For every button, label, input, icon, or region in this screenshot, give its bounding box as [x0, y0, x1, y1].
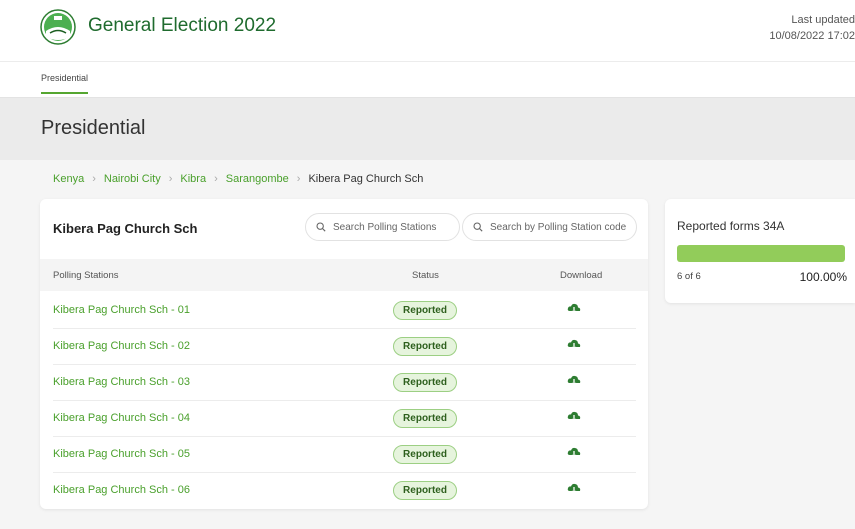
status-badge: Reported [393, 409, 457, 428]
table-header: Polling Stations Status Download [40, 259, 648, 291]
table-row: Kibera Pag Church Sch - 06 Reported [53, 473, 636, 509]
breadcrumb-ward[interactable]: Sarangombe [226, 173, 289, 185]
search-polling-stations[interactable] [305, 213, 460, 241]
chevron-right-icon: › [296, 173, 301, 185]
search-code-input[interactable] [490, 221, 636, 233]
chevron-right-icon: › [214, 173, 218, 185]
download-cloud-icon[interactable] [567, 303, 581, 315]
table-row: Kibera Pag Church Sch - 05 Reported [53, 437, 636, 473]
download-cloud-icon[interactable] [567, 339, 581, 351]
table-row: Kibera Pag Church Sch - 01 Reported [53, 293, 636, 329]
breadcrumb-kenya[interactable]: Kenya [53, 173, 84, 185]
table-row: Kibera Pag Church Sch - 04 Reported [53, 401, 636, 437]
tab-bar: Presidential [0, 62, 855, 98]
status-badge: Reported [393, 337, 457, 356]
app-header: General Election 2022 Last updated 10/08… [0, 0, 855, 62]
page-title: Presidential [41, 117, 146, 139]
polling-station-link[interactable]: Kibera Pag Church Sch - 03 [53, 376, 190, 388]
polling-station-link[interactable]: Kibera Pag Church Sch - 04 [53, 412, 190, 424]
chevron-right-icon: › [92, 173, 96, 185]
card-title: Kibera Pag Church Sch [53, 221, 198, 236]
iebc-logo[interactable] [40, 9, 76, 45]
title-band: Presidential [0, 98, 855, 160]
download-cloud-icon[interactable] [567, 375, 581, 387]
breadcrumb-constituency[interactable]: Kibra [180, 173, 206, 185]
polling-stations-card: Kibera Pag Church Sch Polling Stations S… [40, 199, 648, 509]
download-cloud-icon[interactable] [567, 447, 581, 459]
column-header-status: Status [412, 270, 439, 281]
table-row: Kibera Pag Church Sch - 02 Reported [53, 329, 636, 365]
reported-forms-card: Reported forms 34A 6 of 6 100.00% [665, 199, 855, 303]
polling-station-link[interactable]: Kibera Pag Church Sch - 06 [53, 484, 190, 496]
search-icon [473, 222, 483, 232]
search-icon [316, 222, 326, 232]
status-badge: Reported [393, 445, 457, 464]
download-cloud-icon[interactable] [567, 483, 581, 495]
status-badge: Reported [393, 373, 457, 392]
chevron-right-icon: › [168, 173, 173, 185]
breadcrumb: Kenya › Nairobi City › Kibra › Sarangomb… [53, 173, 423, 185]
table-row: Kibera Pag Church Sch - 03 Reported [53, 365, 636, 401]
last-updated-label: Last updated [791, 14, 855, 26]
polling-station-link[interactable]: Kibera Pag Church Sch - 01 [53, 304, 190, 316]
search-stations-input[interactable] [333, 221, 459, 233]
app-title: General Election 2022 [88, 15, 277, 36]
polling-station-link[interactable]: Kibera Pag Church Sch - 05 [53, 448, 190, 460]
reported-count: 6 of 6 [677, 271, 701, 282]
progress-bar [677, 245, 845, 262]
polling-station-link[interactable]: Kibera Pag Church Sch - 02 [53, 340, 190, 352]
reported-percent: 100.00% [799, 270, 847, 284]
column-header-polling-stations: Polling Stations [53, 270, 119, 281]
breadcrumb-county[interactable]: Nairobi City [104, 173, 161, 185]
download-cloud-icon[interactable] [567, 411, 581, 423]
status-badge: Reported [393, 301, 457, 320]
tab-presidential[interactable]: Presidential [41, 73, 89, 94]
search-station-code[interactable] [462, 213, 637, 241]
status-badge: Reported [393, 481, 457, 500]
progress-fill [677, 245, 845, 262]
last-updated-value: 10/08/2022 17:02 [769, 30, 855, 42]
last-updated: Last updated 10/08/2022 17:02 [769, 12, 855, 44]
column-header-download: Download [560, 270, 603, 281]
breadcrumb-current: Kibera Pag Church Sch [308, 173, 424, 185]
reported-forms-title: Reported forms 34A [677, 219, 785, 233]
